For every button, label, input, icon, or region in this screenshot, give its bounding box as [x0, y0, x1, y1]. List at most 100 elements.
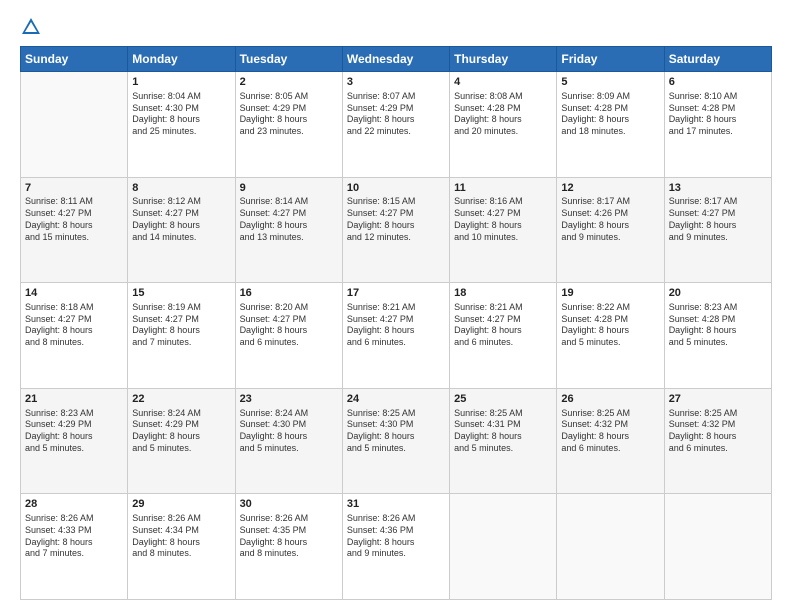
logo [20, 16, 46, 38]
calendar-cell: 20Sunrise: 8:23 AMSunset: 4:28 PMDayligh… [664, 283, 771, 389]
day-info: Sunrise: 8:20 AMSunset: 4:27 PMDaylight:… [240, 302, 338, 349]
day-info: Sunrise: 8:16 AMSunset: 4:27 PMDaylight:… [454, 196, 552, 243]
day-info: Sunrise: 8:09 AMSunset: 4:28 PMDaylight:… [561, 91, 659, 138]
day-number: 28 [25, 497, 123, 512]
calendar-cell: 5Sunrise: 8:09 AMSunset: 4:28 PMDaylight… [557, 72, 664, 178]
day-info: Sunrise: 8:21 AMSunset: 4:27 PMDaylight:… [347, 302, 445, 349]
calendar-cell: 30Sunrise: 8:26 AMSunset: 4:35 PMDayligh… [235, 494, 342, 600]
calendar-header: SundayMondayTuesdayWednesdayThursdayFrid… [21, 47, 772, 72]
day-info: Sunrise: 8:17 AMSunset: 4:27 PMDaylight:… [669, 196, 767, 243]
day-info: Sunrise: 8:07 AMSunset: 4:29 PMDaylight:… [347, 91, 445, 138]
calendar-body: 1Sunrise: 8:04 AMSunset: 4:30 PMDaylight… [21, 72, 772, 600]
day-number: 11 [454, 181, 552, 196]
calendar-week-1: 1Sunrise: 8:04 AMSunset: 4:30 PMDaylight… [21, 72, 772, 178]
day-number: 18 [454, 286, 552, 301]
day-info: Sunrise: 8:11 AMSunset: 4:27 PMDaylight:… [25, 196, 123, 243]
calendar-cell: 24Sunrise: 8:25 AMSunset: 4:30 PMDayligh… [342, 388, 449, 494]
calendar-cell: 19Sunrise: 8:22 AMSunset: 4:28 PMDayligh… [557, 283, 664, 389]
day-info: Sunrise: 8:04 AMSunset: 4:30 PMDaylight:… [132, 91, 230, 138]
calendar-cell: 9Sunrise: 8:14 AMSunset: 4:27 PMDaylight… [235, 177, 342, 283]
calendar-cell: 29Sunrise: 8:26 AMSunset: 4:34 PMDayligh… [128, 494, 235, 600]
day-header-saturday: Saturday [664, 47, 771, 72]
day-number: 17 [347, 286, 445, 301]
day-number: 19 [561, 286, 659, 301]
day-info: Sunrise: 8:12 AMSunset: 4:27 PMDaylight:… [132, 196, 230, 243]
calendar-cell: 14Sunrise: 8:18 AMSunset: 4:27 PMDayligh… [21, 283, 128, 389]
day-number: 12 [561, 181, 659, 196]
calendar-week-4: 21Sunrise: 8:23 AMSunset: 4:29 PMDayligh… [21, 388, 772, 494]
calendar-cell: 12Sunrise: 8:17 AMSunset: 4:26 PMDayligh… [557, 177, 664, 283]
day-info: Sunrise: 8:23 AMSunset: 4:29 PMDaylight:… [25, 408, 123, 455]
day-number: 22 [132, 392, 230, 407]
day-info: Sunrise: 8:23 AMSunset: 4:28 PMDaylight:… [669, 302, 767, 349]
calendar-cell: 28Sunrise: 8:26 AMSunset: 4:33 PMDayligh… [21, 494, 128, 600]
day-info: Sunrise: 8:22 AMSunset: 4:28 PMDaylight:… [561, 302, 659, 349]
calendar-cell: 18Sunrise: 8:21 AMSunset: 4:27 PMDayligh… [450, 283, 557, 389]
logo-icon [20, 16, 42, 38]
day-header-wednesday: Wednesday [342, 47, 449, 72]
day-info: Sunrise: 8:26 AMSunset: 4:34 PMDaylight:… [132, 513, 230, 560]
day-number: 27 [669, 392, 767, 407]
day-info: Sunrise: 8:24 AMSunset: 4:29 PMDaylight:… [132, 408, 230, 455]
calendar-cell: 26Sunrise: 8:25 AMSunset: 4:32 PMDayligh… [557, 388, 664, 494]
day-info: Sunrise: 8:26 AMSunset: 4:33 PMDaylight:… [25, 513, 123, 560]
day-info: Sunrise: 8:18 AMSunset: 4:27 PMDaylight:… [25, 302, 123, 349]
day-info: Sunrise: 8:26 AMSunset: 4:36 PMDaylight:… [347, 513, 445, 560]
header [20, 16, 772, 38]
day-number: 1 [132, 75, 230, 90]
calendar-cell: 13Sunrise: 8:17 AMSunset: 4:27 PMDayligh… [664, 177, 771, 283]
calendar-cell [664, 494, 771, 600]
calendar-week-3: 14Sunrise: 8:18 AMSunset: 4:27 PMDayligh… [21, 283, 772, 389]
calendar-week-2: 7Sunrise: 8:11 AMSunset: 4:27 PMDaylight… [21, 177, 772, 283]
day-number: 15 [132, 286, 230, 301]
day-number: 2 [240, 75, 338, 90]
day-number: 21 [25, 392, 123, 407]
day-number: 4 [454, 75, 552, 90]
day-number: 23 [240, 392, 338, 407]
day-info: Sunrise: 8:05 AMSunset: 4:29 PMDaylight:… [240, 91, 338, 138]
calendar-cell: 1Sunrise: 8:04 AMSunset: 4:30 PMDaylight… [128, 72, 235, 178]
day-number: 14 [25, 286, 123, 301]
day-info: Sunrise: 8:25 AMSunset: 4:30 PMDaylight:… [347, 408, 445, 455]
day-info: Sunrise: 8:14 AMSunset: 4:27 PMDaylight:… [240, 196, 338, 243]
page: SundayMondayTuesdayWednesdayThursdayFrid… [0, 0, 792, 612]
calendar-cell: 22Sunrise: 8:24 AMSunset: 4:29 PMDayligh… [128, 388, 235, 494]
calendar-cell [450, 494, 557, 600]
day-number: 8 [132, 181, 230, 196]
calendar-cell [21, 72, 128, 178]
calendar-cell [557, 494, 664, 600]
calendar-cell: 25Sunrise: 8:25 AMSunset: 4:31 PMDayligh… [450, 388, 557, 494]
day-number: 20 [669, 286, 767, 301]
calendar-cell: 3Sunrise: 8:07 AMSunset: 4:29 PMDaylight… [342, 72, 449, 178]
day-number: 9 [240, 181, 338, 196]
day-number: 24 [347, 392, 445, 407]
calendar-cell: 8Sunrise: 8:12 AMSunset: 4:27 PMDaylight… [128, 177, 235, 283]
calendar-cell: 21Sunrise: 8:23 AMSunset: 4:29 PMDayligh… [21, 388, 128, 494]
day-number: 29 [132, 497, 230, 512]
day-number: 31 [347, 497, 445, 512]
header-row: SundayMondayTuesdayWednesdayThursdayFrid… [21, 47, 772, 72]
calendar-cell: 2Sunrise: 8:05 AMSunset: 4:29 PMDaylight… [235, 72, 342, 178]
calendar-cell: 11Sunrise: 8:16 AMSunset: 4:27 PMDayligh… [450, 177, 557, 283]
day-header-thursday: Thursday [450, 47, 557, 72]
day-header-friday: Friday [557, 47, 664, 72]
day-number: 6 [669, 75, 767, 90]
calendar-cell: 17Sunrise: 8:21 AMSunset: 4:27 PMDayligh… [342, 283, 449, 389]
day-header-tuesday: Tuesday [235, 47, 342, 72]
day-number: 25 [454, 392, 552, 407]
day-info: Sunrise: 8:08 AMSunset: 4:28 PMDaylight:… [454, 91, 552, 138]
calendar-cell: 10Sunrise: 8:15 AMSunset: 4:27 PMDayligh… [342, 177, 449, 283]
day-header-sunday: Sunday [21, 47, 128, 72]
day-info: Sunrise: 8:10 AMSunset: 4:28 PMDaylight:… [669, 91, 767, 138]
calendar-cell: 27Sunrise: 8:25 AMSunset: 4:32 PMDayligh… [664, 388, 771, 494]
calendar-cell: 31Sunrise: 8:26 AMSunset: 4:36 PMDayligh… [342, 494, 449, 600]
calendar-cell: 6Sunrise: 8:10 AMSunset: 4:28 PMDaylight… [664, 72, 771, 178]
calendar-cell: 4Sunrise: 8:08 AMSunset: 4:28 PMDaylight… [450, 72, 557, 178]
calendar-cell: 16Sunrise: 8:20 AMSunset: 4:27 PMDayligh… [235, 283, 342, 389]
day-info: Sunrise: 8:25 AMSunset: 4:32 PMDaylight:… [561, 408, 659, 455]
day-info: Sunrise: 8:24 AMSunset: 4:30 PMDaylight:… [240, 408, 338, 455]
day-number: 3 [347, 75, 445, 90]
day-number: 16 [240, 286, 338, 301]
day-number: 7 [25, 181, 123, 196]
day-number: 5 [561, 75, 659, 90]
